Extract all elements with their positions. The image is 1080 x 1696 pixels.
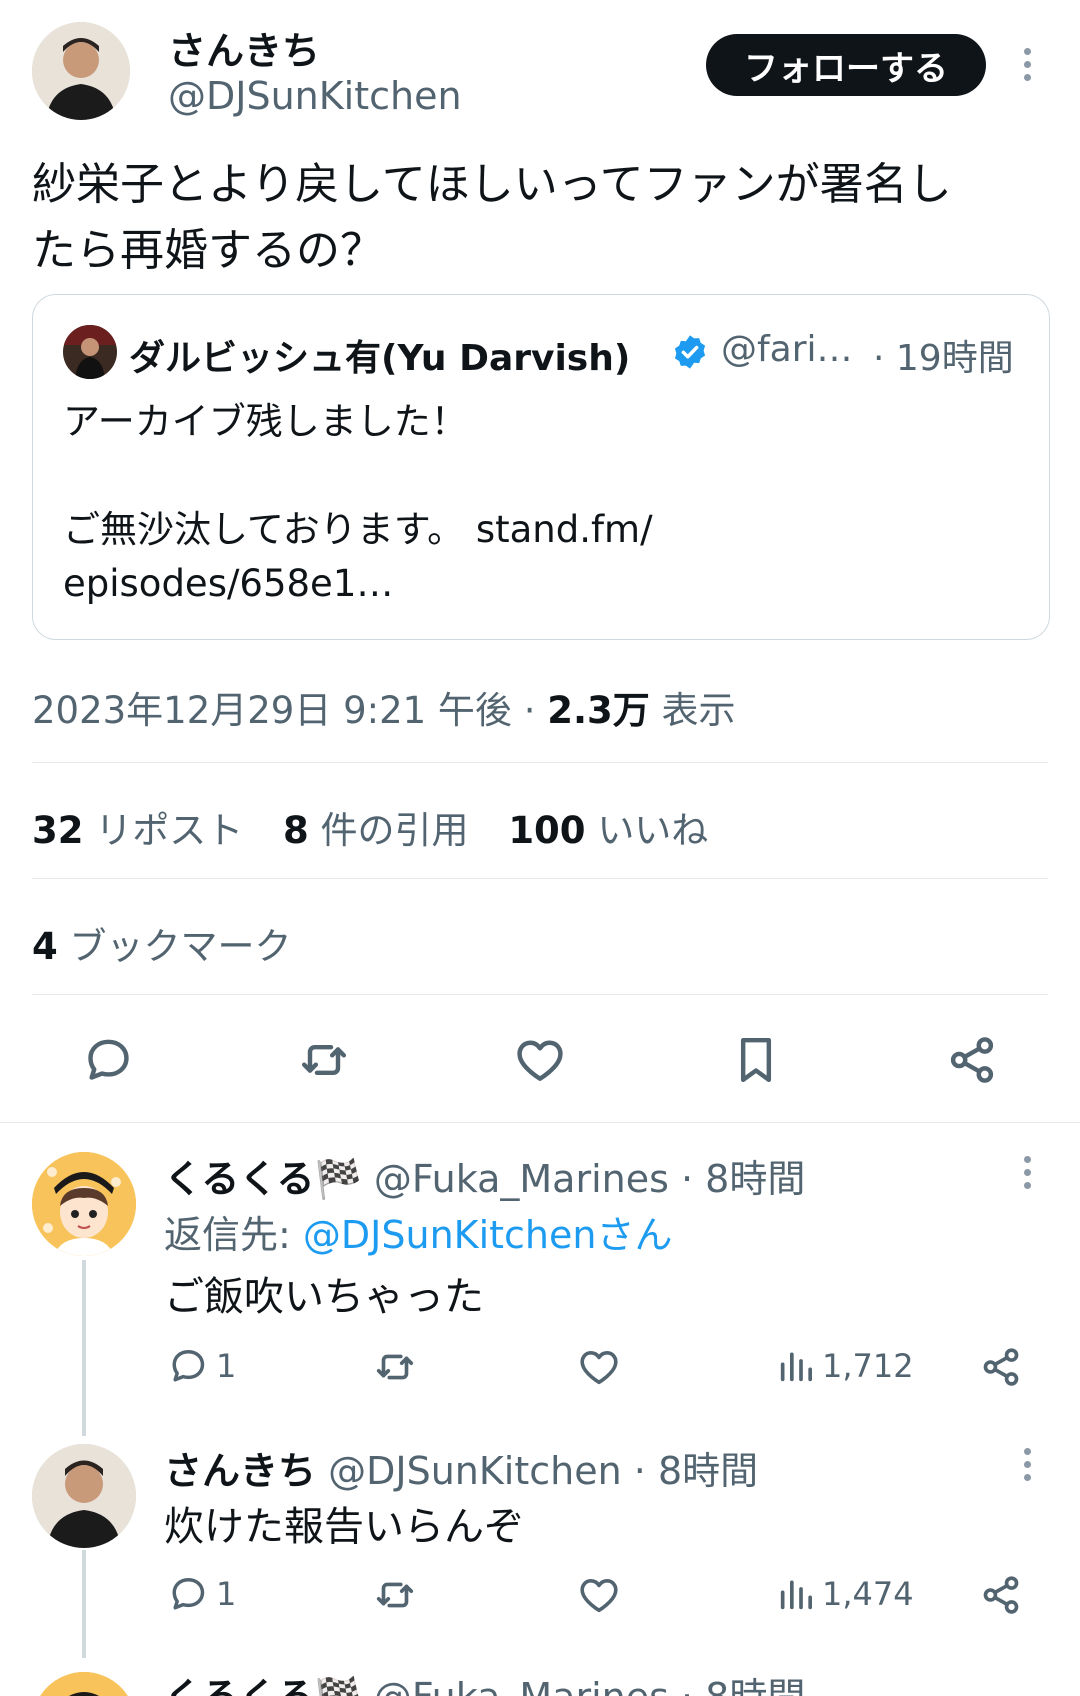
tweet-timestamp[interactable]: 2023年12月29日 9:21 午後 ·	[32, 689, 535, 732]
quoted-author-avatar	[63, 325, 117, 379]
verified-badge-icon	[671, 333, 709, 371]
views-count: 1,712	[822, 1347, 914, 1385]
quoted-text-line: アーカイブ残しました！	[63, 400, 468, 443]
reply-icon[interactable]	[80, 1032, 136, 1088]
more-options-icon[interactable]	[1022, 48, 1032, 87]
reply-display-name[interactable]: くるくる🏁	[164, 1157, 362, 1201]
tweet-text-line: たら再婚するの？	[32, 225, 384, 276]
reply-more-options-icon[interactable]	[1022, 1156, 1032, 1195]
reply-handle[interactable]: @DJSunKitchen	[328, 1449, 622, 1493]
reply-time[interactable]: · 8時間	[681, 1675, 805, 1696]
reposts-stat[interactable]: 32 リポスト	[32, 809, 243, 852]
bookmark-icon[interactable]	[728, 1032, 784, 1088]
views-button[interactable]: 1,712	[776, 1346, 914, 1386]
quoted-tweet-time: · 19時間	[873, 338, 1014, 379]
like-icon[interactable]	[576, 1572, 622, 1618]
author-avatar[interactable]	[32, 22, 130, 120]
reply-text: ご飯吹いちゃった	[164, 1274, 484, 1320]
reply-time[interactable]: · 8時間	[681, 1157, 805, 1201]
reply-time[interactable]: · 8時間	[634, 1449, 758, 1493]
views-button[interactable]: 1,474	[776, 1574, 914, 1614]
views-label: 表示	[661, 689, 736, 732]
tweet-text-line: 紗栄子とより戻してほしいってファンが署名し	[32, 159, 952, 210]
reply-to-prefix: 返信先:	[164, 1213, 303, 1257]
reply-text: 炊けた報告いらんぞ	[164, 1504, 524, 1550]
author-display-name[interactable]: さんきち	[168, 20, 320, 75]
reply-icon	[166, 1344, 210, 1388]
thread-connector-line	[82, 1260, 86, 1436]
tweet-text: 紗栄子とより戻してほしいってファンが署名し たら再婚するの？	[32, 152, 1062, 284]
repost-icon[interactable]	[296, 1032, 352, 1088]
quotes-count: 8	[283, 809, 309, 852]
reply-more-options-icon[interactable]	[1022, 1448, 1032, 1487]
analytics-icon	[776, 1574, 816, 1614]
likes-label: いいね	[597, 809, 709, 852]
follow-button-label: フォローする	[744, 48, 948, 89]
reply-handle[interactable]: @Fuka_Marines	[374, 1157, 669, 1201]
share-icon[interactable]	[944, 1032, 1000, 1088]
quoted-tweet-text: アーカイブ残しました！ ご無沙汰しております。 stand.fm/ episod…	[63, 395, 1023, 611]
likes-stat[interactable]: 100 いいね	[508, 809, 708, 852]
quoted-tweet-card[interactable]: ダルビッシュ有(Yu Darvish) @fari… · 19時間 アーカイブ残…	[32, 294, 1050, 640]
thread-connector-line	[82, 1550, 86, 1658]
reply-author-avatar[interactable]	[32, 1672, 136, 1696]
share-icon[interactable]	[978, 1344, 1024, 1390]
reply-display-name[interactable]: さんきち	[164, 1449, 316, 1493]
reply-icon	[166, 1572, 210, 1616]
reply-header: くるくる🏁 @Fuka_Marines · 8時間	[164, 1666, 805, 1696]
repost-icon[interactable]	[372, 1572, 418, 1618]
quotes-label: 件の引用	[320, 809, 469, 852]
views-count: 1,474	[822, 1575, 914, 1613]
reply-display-name[interactable]: くるくる🏁	[164, 1675, 362, 1696]
reply-count: 1	[216, 1575, 237, 1613]
reply-count: 1	[216, 1347, 237, 1385]
divider	[32, 994, 1048, 995]
reply-author-avatar[interactable]	[32, 1152, 136, 1256]
divider	[32, 762, 1048, 763]
divider	[0, 1122, 1080, 1123]
reposts-label: リポスト	[95, 809, 244, 852]
quoted-author-name: ダルビッシュ有(Yu Darvish)	[129, 338, 631, 379]
tweet-meta: 2023年12月29日 9:21 午後 · 2.3万 表示	[32, 680, 736, 734]
divider	[32, 878, 1048, 879]
share-icon[interactable]	[978, 1572, 1024, 1618]
likes-count: 100	[508, 809, 586, 852]
reply-reply-button[interactable]: 1	[166, 1344, 236, 1388]
repost-icon[interactable]	[372, 1344, 418, 1390]
bookmarks-stat[interactable]: 4 ブックマーク	[32, 916, 292, 970]
author-handle[interactable]: @DJSunKitchen	[168, 74, 462, 118]
reply-author-avatar[interactable]	[32, 1444, 136, 1548]
reply-header: くるくる🏁 @Fuka_Marines · 8時間	[164, 1148, 805, 1203]
analytics-icon	[776, 1346, 816, 1386]
follow-button[interactable]: フォローする	[706, 34, 986, 96]
quoted-text-line: episodes/658e1…	[63, 562, 394, 605]
like-icon[interactable]	[576, 1344, 622, 1390]
bookmarks-label: ブックマーク	[69, 925, 292, 968]
engagement-stats: 32 リポスト 8 件の引用 100 いいね	[32, 800, 708, 854]
reply-handle[interactable]: @Fuka_Marines	[374, 1675, 669, 1696]
quoted-author-handle: @fari…	[721, 329, 853, 370]
quoted-text-line: ご無沙汰しております。 stand.fm/	[63, 508, 653, 551]
reposts-count: 32	[32, 809, 84, 852]
reply-to-handle-link[interactable]: @DJSunKitchenさん	[303, 1213, 673, 1257]
reply-header: さんきち @DJSunKitchen · 8時間	[164, 1440, 758, 1495]
reply-reply-button[interactable]: 1	[166, 1572, 236, 1616]
views-count: 2.3万	[547, 689, 650, 732]
bookmarks-count: 4	[32, 925, 58, 968]
reply-to-line: 返信先: @DJSunKitchenさん	[164, 1204, 672, 1259]
like-icon[interactable]	[512, 1032, 568, 1088]
quotes-stat[interactable]: 8 件の引用	[283, 809, 469, 852]
